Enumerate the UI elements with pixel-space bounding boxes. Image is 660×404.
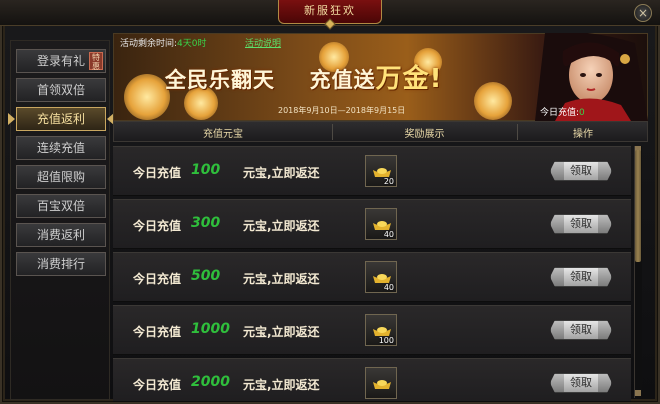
timer-label: 活动剩余时间: xyxy=(120,39,178,49)
row-prefix: 今日充值 xyxy=(133,166,182,180)
banner-slogan: 全民乐翻天 充值送万金! xyxy=(165,58,442,95)
table-row: 今日充值 500 元宝,立即返还 40 领取 xyxy=(113,252,631,302)
lantern-decoration xyxy=(474,82,512,120)
today-recharge: 今日充值:0 xyxy=(540,105,585,118)
reward-count: 100 xyxy=(378,336,394,345)
sidebar-item-label: 百宝双倍 xyxy=(36,199,85,213)
row-suffix: 元宝,立即返还 xyxy=(243,325,320,339)
column-header-recharge: 充值元宝 xyxy=(203,129,243,140)
today-recharge-label: 今日充值: xyxy=(540,108,580,118)
table-row: 今日充值 2000 元宝,立即返还 领取 xyxy=(113,358,631,402)
row-suffix: 元宝,立即返还 xyxy=(243,219,320,233)
claim-button[interactable]: 领取 xyxy=(550,267,612,287)
event-rules-link[interactable]: 活动说明 xyxy=(245,36,281,49)
row-amount: 2000 xyxy=(191,374,230,390)
row-amount: 100 xyxy=(191,162,221,178)
lantern-decoration xyxy=(124,74,170,120)
row-suffix: 元宝,立即返还 xyxy=(243,378,320,392)
sidebar-item-treasure-double[interactable]: 百宝双倍 xyxy=(16,194,106,218)
slogan-part-a: 全民乐翻天 xyxy=(165,68,275,92)
sidebar-item-label: 连续充值 xyxy=(36,141,85,155)
scroll-down-arrow[interactable] xyxy=(635,390,641,396)
column-header-reward: 奖励展示 xyxy=(404,129,445,140)
table-row: 今日充值 300 元宝,立即返还 40 领取 xyxy=(113,199,631,249)
column-header-action: 操作 xyxy=(573,129,593,140)
reward-count: 20 xyxy=(383,177,394,186)
scrollbar-thumb[interactable] xyxy=(635,150,641,262)
claim-button[interactable]: 领取 xyxy=(550,161,612,181)
promo-tag: 特惠 xyxy=(89,52,103,71)
event-timer: 活动剩余时间:4天0时 xyxy=(120,36,207,49)
sidebar-item-value-limited[interactable]: 超值限购 xyxy=(16,165,106,189)
row-prefix: 今日充值 xyxy=(133,272,182,286)
claim-button-label: 领取 xyxy=(564,268,598,286)
sidebar-item-continuous-recharge[interactable]: 连续充值 xyxy=(16,136,106,160)
claim-button[interactable]: 领取 xyxy=(550,320,612,340)
row-suffix: 元宝,立即返还 xyxy=(243,166,320,180)
claim-button[interactable]: 领取 xyxy=(550,373,612,393)
claim-button-label: 领取 xyxy=(564,162,598,180)
close-icon: × xyxy=(637,6,649,20)
row-amount: 500 xyxy=(191,268,221,284)
slogan-part-b: 充值送 xyxy=(309,68,376,92)
table-row: 今日充值 1000 元宝,立即返还 100 领取 xyxy=(113,305,631,355)
reward-count: 40 xyxy=(383,230,394,239)
claim-button-label: 领取 xyxy=(564,374,598,392)
sidebar-item-boss-double[interactable]: 首领双倍 xyxy=(16,78,106,102)
gold-ingot-icon xyxy=(373,380,391,389)
claim-button[interactable]: 领取 xyxy=(550,214,612,234)
claim-button-label: 领取 xyxy=(564,215,598,233)
sidebar-item-spend-rebate[interactable]: 消费返利 xyxy=(16,223,106,247)
sidebar-item-label: 消费返利 xyxy=(36,228,85,242)
reward-count: 40 xyxy=(383,283,394,292)
reward-slot[interactable]: 20 xyxy=(365,155,397,187)
event-date-range: 2018年9月10日—2018年9月15日 xyxy=(278,106,406,115)
close-button[interactable]: × xyxy=(634,4,652,22)
row-amount: 300 xyxy=(191,215,221,231)
row-prefix: 今日充值 xyxy=(133,378,182,392)
table-row: 今日充值 100 元宝,立即返还 20 领取 xyxy=(113,146,631,196)
reward-slot[interactable]: 40 xyxy=(365,261,397,293)
reward-slot[interactable] xyxy=(365,367,397,399)
sidebar-item-spend-ranking[interactable]: 消费排行 xyxy=(16,252,106,276)
sidebar-item-recharge-rebate[interactable]: 充值返利 xyxy=(8,107,114,131)
row-prefix: 今日充值 xyxy=(133,325,182,339)
table-header: 充值元宝 奖励展示 操作 xyxy=(113,121,648,142)
row-prefix: 今日充值 xyxy=(133,219,182,233)
slogan-part-c: 万金! xyxy=(375,64,443,94)
sidebar-item-login-gift[interactable]: 登录有礼 特惠 xyxy=(16,49,106,73)
sidebar-item-label: 充值返利 xyxy=(36,112,85,126)
row-suffix: 元宝,立即返还 xyxy=(243,272,320,286)
reward-slot[interactable]: 100 xyxy=(365,314,397,346)
today-recharge-value: 0 xyxy=(579,108,585,118)
timer-value: 4天0时 xyxy=(177,39,207,49)
sidebar-item-label: 超值限购 xyxy=(36,170,85,184)
row-amount: 1000 xyxy=(191,321,230,337)
claim-button-label: 领取 xyxy=(564,321,598,339)
sidebar-item-label: 登录有礼 xyxy=(36,54,85,68)
reward-slot[interactable]: 40 xyxy=(365,208,397,240)
sidebar: 登录有礼 特惠 首领双倍 充值返利 连续充值 超值限购 百宝双倍 消费返利 消费… xyxy=(8,40,114,400)
sidebar-item-label: 消费排行 xyxy=(36,257,85,271)
sidebar-item-label: 首领双倍 xyxy=(36,83,85,97)
